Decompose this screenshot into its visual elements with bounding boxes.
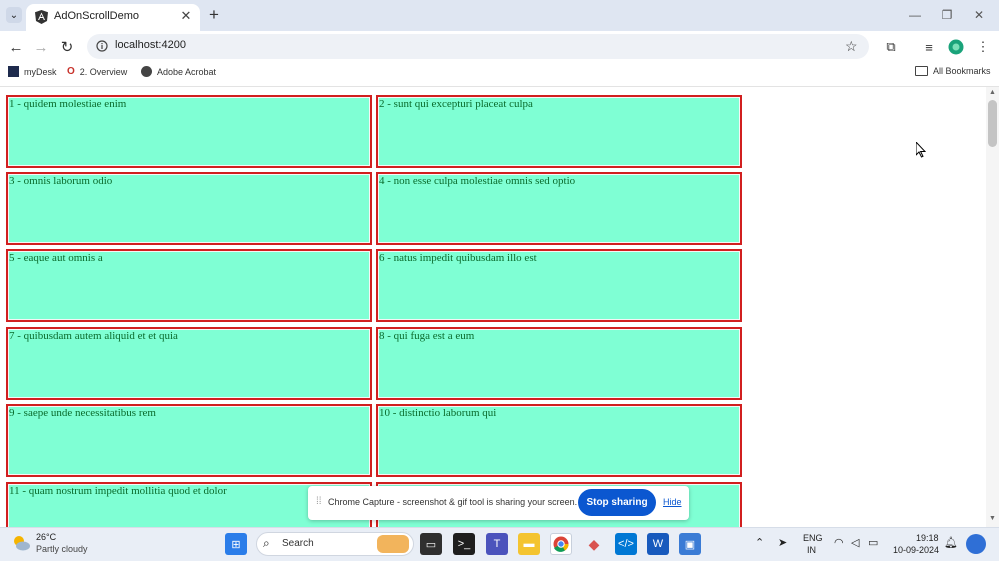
post-title: 9 - saepe unde necessitatibus rem xyxy=(9,407,156,419)
word-app-icon[interactable]: W xyxy=(647,533,669,555)
post-card: 2 - sunt qui excepturi placeat culpa xyxy=(376,95,742,168)
volume-icon[interactable]: ◁ xyxy=(851,536,859,549)
terminal-app-icon[interactable]: >_ xyxy=(453,533,475,555)
post-title: 6 - natus impedit quibusdam illo est xyxy=(379,252,537,264)
tab-close-icon[interactable]: ✕ xyxy=(178,8,194,24)
bookmark-acrobat[interactable]: Adobe Acrobat xyxy=(141,66,216,77)
search-highlight-icon xyxy=(377,535,409,553)
clock-time[interactable]: 19:18 xyxy=(916,533,939,543)
site-info-icon[interactable] xyxy=(96,40,108,52)
post-title: 8 - qui fuga est a eum xyxy=(379,330,475,342)
clock-date[interactable]: 10-09-2024 xyxy=(893,545,939,555)
search-label: Search xyxy=(282,538,314,549)
post-card: 4 - non esse culpa molestiae omnis sed o… xyxy=(376,172,742,245)
stop-sharing-button[interactable]: Stop sharing xyxy=(578,489,656,516)
vscode-app-icon[interactable]: </> xyxy=(615,533,637,555)
post-title: 11 - quam nostrum impedit mollitia quod … xyxy=(9,485,227,497)
show-hidden-icons-icon[interactable]: ⌃ xyxy=(755,536,764,549)
forward-arrow-icon[interactable]: → xyxy=(31,37,51,57)
post-card: 5 - eaque aut omnis a xyxy=(6,249,372,322)
post-card: 3 - omnis laborum odio xyxy=(6,172,372,245)
post-card: 7 - quibusdam autem aliquid et et quia xyxy=(6,327,372,400)
bookmark-label: 2. Overview xyxy=(79,66,128,77)
bookmark-star-icon[interactable]: ☆ xyxy=(845,38,858,55)
bookmark-label: Adobe Acrobat xyxy=(157,66,217,77)
post-title: 4 - non esse culpa molestiae omnis sed o… xyxy=(379,175,576,187)
start-windows-icon[interactable]: ⊞ xyxy=(225,533,247,555)
wifi-icon[interactable]: ◠ xyxy=(834,536,844,549)
bookmark-label: myDesk xyxy=(24,66,57,77)
new-tab-icon[interactable]: + xyxy=(205,5,223,24)
post-title: 5 - eaque aut omnis a xyxy=(9,252,103,264)
tab-title: AdOnScrollDemo xyxy=(54,10,139,22)
acrobat-icon xyxy=(141,66,152,77)
post-card: 1 - quidem molestiae enim xyxy=(6,95,372,168)
input-region[interactable]: IN xyxy=(807,545,816,555)
mouse-cursor-icon xyxy=(916,142,926,158)
location-icon[interactable]: ➤ xyxy=(778,536,787,549)
more-menu-icon[interactable]: ⋮ xyxy=(974,38,992,56)
profile-avatar[interactable] xyxy=(947,38,965,56)
post-card: 6 - natus impedit quibusdam illo est xyxy=(376,249,742,322)
battery-icon[interactable]: ▭ xyxy=(868,536,878,549)
drag-handle-icon[interactable]: ⁞⁞ xyxy=(316,496,322,507)
mydesk-icon xyxy=(8,66,19,77)
all-bookmarks[interactable]: All Bookmarks xyxy=(915,66,991,76)
post-title: 1 - quidem molestiae enim xyxy=(9,98,127,110)
tab-active[interactable]: AdOnScrollDemo ✕ xyxy=(26,4,200,31)
back-arrow-icon[interactable]: ← xyxy=(6,37,26,57)
sharing-message: Chrome Capture - screenshot & gif tool i… xyxy=(328,497,578,507)
post-title: 7 - quibusdam autem aliquid et et quia xyxy=(9,330,178,342)
search-icon: ⌕ xyxy=(263,536,270,550)
post-title: 10 - distinctio laborum qui xyxy=(379,407,497,419)
bookmark-overview[interactable]: O 2. Overview xyxy=(67,66,127,77)
windows-taskbar: 26°C Partly cloudy ⊞ ⌕ Search ▭ >_ T ▬ ◆… xyxy=(0,527,999,561)
post-title: 2 - sunt qui excepturi placeat culpa xyxy=(379,98,533,110)
tab-strip: ⌄ AdOnScrollDemo ✕ + — ❐ ✕ xyxy=(0,0,999,31)
bookmarks-bar: myDesk O 2. Overview Adobe Acrobat All B… xyxy=(0,62,999,87)
scroll-down-arrow-icon[interactable]: ▼ xyxy=(989,515,996,522)
teams-app-icon[interactable]: T xyxy=(486,533,508,555)
folder-icon xyxy=(915,66,928,76)
bookmark-mydesk[interactable]: myDesk xyxy=(8,66,57,77)
address-bar[interactable]: localhost:4200 ☆ xyxy=(87,34,869,59)
notification-bell-icon[interactable]: 🔔︎ xyxy=(944,536,958,549)
reload-icon[interactable]: ↻ xyxy=(57,37,77,57)
scrollbar-thumb[interactable] xyxy=(988,100,997,147)
task-view-icon[interactable]: ▭ xyxy=(420,533,442,555)
vertical-scrollbar[interactable]: ▲ ▼ xyxy=(986,87,999,527)
copilot-icon[interactable] xyxy=(966,534,986,554)
post-title: 3 - omnis laborum odio xyxy=(9,175,113,187)
remote-desktop-icon[interactable]: ▣ xyxy=(679,533,701,555)
partly-cloudy-icon[interactable] xyxy=(11,534,31,552)
url-text: localhost:4200 xyxy=(115,39,186,51)
weather-temperature: 26°C xyxy=(36,532,57,542)
all-bookmarks-label: All Bookmarks xyxy=(933,66,991,76)
media-control-icon[interactable]: ≡ xyxy=(920,38,938,56)
weather-description: Partly cloudy xyxy=(36,544,88,554)
taskbar-search[interactable]: ⌕ Search xyxy=(256,532,414,556)
input-language[interactable]: ENG xyxy=(803,533,823,543)
post-card: 8 - qui fuga est a eum xyxy=(376,327,742,400)
window-close-icon[interactable]: ✕ xyxy=(969,5,989,25)
post-card: 10 - distinctio laborum qui xyxy=(376,404,742,477)
scroll-up-arrow-icon[interactable]: ▲ xyxy=(989,89,996,96)
file-explorer-icon[interactable]: ▬ xyxy=(518,533,540,555)
tab-search-dropdown-icon[interactable]: ⌄ xyxy=(6,7,22,23)
browser-toolbar: ← → ↻ localhost:4200 ☆ ⧉ ≡ ⋮ xyxy=(0,31,999,62)
screen-sharing-banner: ⁞⁞ Chrome Capture - screenshot & gif too… xyxy=(308,486,689,520)
hide-link[interactable]: Hide xyxy=(663,497,682,507)
overview-icon: O xyxy=(67,66,75,77)
angular-logo-icon xyxy=(35,10,48,24)
post-card: 9 - saepe unde necessitatibus rem xyxy=(6,404,372,477)
page-viewport: 1 - quidem molestiae enim 2 - sunt qui e… xyxy=(0,87,986,527)
extensions-icon[interactable]: ⧉ xyxy=(882,38,900,56)
chrome-app-icon[interactable] xyxy=(550,533,572,555)
paint-app-icon[interactable]: ◆ xyxy=(583,533,605,555)
minimize-icon[interactable]: — xyxy=(905,5,925,25)
restore-icon[interactable]: ❐ xyxy=(937,5,957,25)
